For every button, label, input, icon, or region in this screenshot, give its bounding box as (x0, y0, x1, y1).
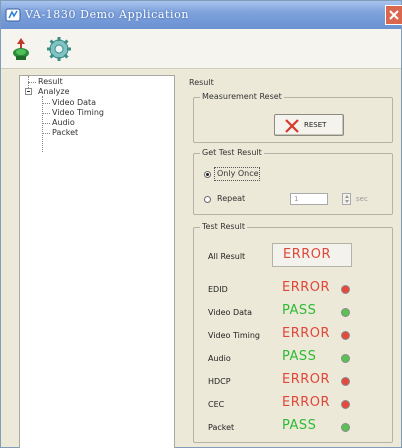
settings-gear-icon (47, 37, 71, 61)
tree-connector (42, 96, 43, 152)
all-result-box: ERROR (272, 243, 352, 267)
row-label-video-timing: Video Timing (208, 331, 260, 340)
title-bar[interactable]: VA-1830 Demo Application (1, 1, 402, 29)
spin-up-icon[interactable] (345, 195, 349, 198)
repeat-spin-button[interactable] (342, 193, 351, 205)
reset-x-icon (285, 119, 299, 133)
status-led-error (341, 285, 350, 294)
toolbar (1, 29, 401, 69)
repeat-label[interactable]: Repeat (217, 194, 245, 203)
repeat-interval-input[interactable]: 1 (290, 193, 328, 205)
close-icon (389, 10, 399, 20)
row-label-audio: Audio (208, 354, 231, 363)
repeat-radio[interactable] (204, 196, 211, 203)
tree-item-video-data[interactable]: Video Data (52, 98, 96, 107)
reset-button[interactable]: RESET (274, 114, 344, 136)
row-label-hdcp: HDCP (208, 377, 231, 386)
row-status-audio: PASS (282, 349, 317, 364)
section-title: Result (189, 78, 214, 87)
tree-item-result[interactable]: Result (38, 77, 63, 86)
reset-button-label: RESET (304, 121, 327, 129)
connect-icon (13, 38, 29, 60)
tree-item-audio[interactable]: Audio (52, 118, 75, 127)
tree-connector (28, 82, 36, 83)
app-window: VA-1830 Demo Application Result Analyze … (0, 0, 402, 448)
row-label-edid: EDID (208, 285, 228, 294)
tree-item-analyze[interactable]: Analyze (38, 87, 70, 96)
window-title: VA-1830 Demo Application (25, 8, 190, 21)
all-result-status: ERROR (283, 247, 332, 262)
get-test-result-group: Get Test Result Only Once Repeat 1 sec (193, 148, 393, 215)
row-status-packet: PASS (282, 418, 317, 433)
row-status-cec: ERROR (282, 395, 331, 410)
status-led-error (341, 331, 350, 340)
row-status-video-data: PASS (282, 303, 317, 318)
status-led-pass (341, 354, 350, 363)
row-status-edid: ERROR (282, 280, 331, 295)
tree-connector (42, 133, 50, 134)
row-label-packet: Packet (208, 423, 235, 432)
measurement-reset-title: Measurement Reset (200, 92, 284, 101)
row-label-video-data: Video Data (208, 308, 253, 317)
tree-connector (42, 103, 50, 104)
tree-connector (42, 123, 50, 124)
tree-item-video-timing[interactable]: Video Timing (52, 108, 104, 117)
row-status-video-timing: ERROR (282, 326, 331, 341)
all-result-label: All Result (208, 252, 246, 261)
only-once-label[interactable]: Only Once (217, 169, 259, 178)
tree-connector (42, 113, 50, 114)
spin-down-icon[interactable] (345, 200, 349, 203)
repeat-unit-label: sec (356, 195, 368, 203)
measurement-reset-group: Measurement Reset RESET (193, 92, 393, 143)
test-result-title: Test Result (200, 222, 248, 231)
collapse-toggle-icon[interactable] (25, 88, 32, 95)
tree-item-packet[interactable]: Packet (52, 128, 78, 137)
settings-button[interactable] (45, 35, 73, 63)
row-label-cec: CEC (208, 400, 225, 409)
connect-button[interactable] (7, 35, 35, 63)
test-result-group: Test Result All Result ERROR EDID ERROR … (193, 222, 393, 443)
repeat-interval-value: 1 (294, 195, 299, 203)
row-status-hdcp: ERROR (282, 372, 331, 387)
navigation-tree[interactable]: Result Analyze Video Data Video Timing A… (19, 75, 175, 448)
app-logo-icon (5, 8, 21, 22)
close-button[interactable] (385, 5, 402, 25)
get-test-result-title: Get Test Result (200, 148, 264, 157)
status-led-error (341, 377, 350, 386)
status-led-pass (341, 308, 350, 317)
result-panel: Result Measurement Reset RESET Get Test … (183, 75, 401, 448)
status-led-pass (341, 423, 350, 432)
status-led-error (341, 400, 350, 409)
only-once-radio[interactable] (204, 171, 211, 178)
